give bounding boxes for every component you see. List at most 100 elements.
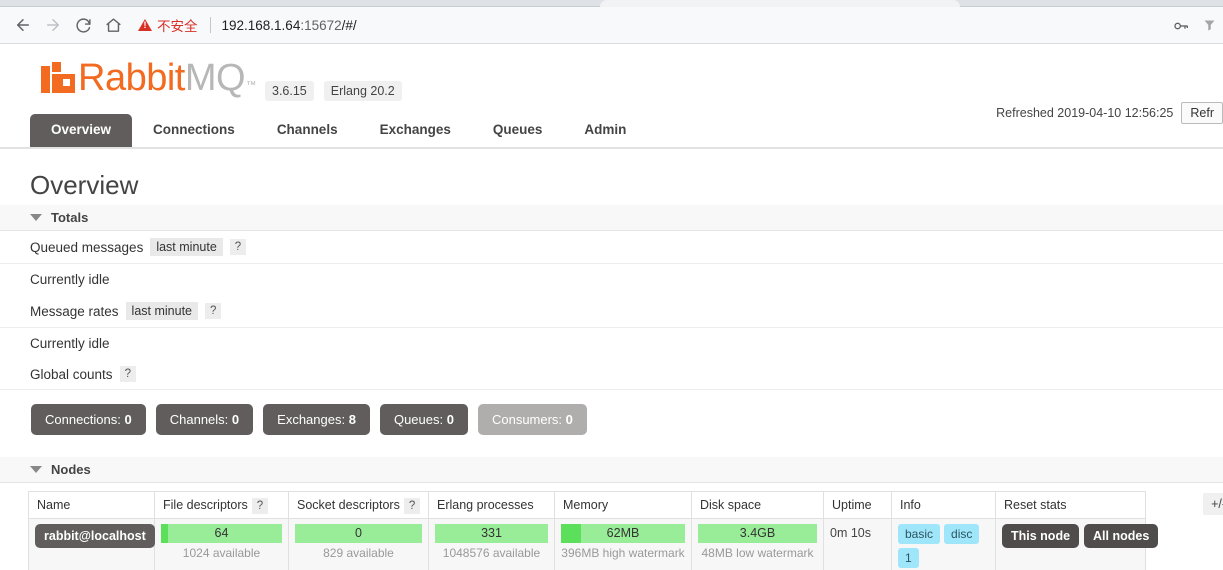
socket-descriptors-value: 0 — [355, 526, 362, 540]
message-rates-idle: Currently idle — [30, 336, 110, 351]
count-value-exchanges: 8 — [348, 412, 356, 427]
erlang-processes-available: 1048576 available — [442, 546, 541, 560]
count-badge-queues[interactable]: Queues: 0 — [379, 404, 468, 435]
tab-overview[interactable]: Overview — [30, 114, 133, 147]
reset-all-nodes-button[interactable]: All nodes — [1084, 524, 1159, 548]
url-path: /#/ — [341, 17, 357, 33]
url-host: 192.168.1.64 — [221, 17, 301, 33]
tab-connections[interactable]: Connections — [132, 114, 256, 147]
browser-tab-strip — [0, 0, 1223, 7]
table-row: rabbit@localhost 64 1024 available 0 829… — [28, 518, 1159, 570]
warning-triangle-icon — [138, 19, 152, 31]
column-header-disk-space[interactable]: Disk space — [691, 491, 824, 519]
browser-toolbar: 不安全 192.168.1.64:15672/#/ — [0, 7, 1223, 44]
logo-trademark: ™ — [246, 80, 257, 91]
column-header-name[interactable]: Name — [28, 491, 155, 519]
version-info: 3.6.15 Erlang 20.2 — [265, 81, 402, 108]
info-badge-count[interactable]: 1 — [898, 548, 919, 568]
memory-watermark: 396MB high watermark — [561, 546, 685, 560]
count-badge-connections[interactable]: Connections: 0 — [31, 404, 146, 435]
reset-stats-buttons: This node All nodes — [1002, 524, 1159, 548]
security-status-chip[interactable]: 不安全 — [134, 13, 208, 37]
queued-messages-period-select[interactable]: last minute — [150, 238, 223, 256]
column-header-erlang-processes[interactable]: Erlang processes — [428, 491, 555, 519]
tab-admin[interactable]: Admin — [563, 114, 647, 147]
tab-queues[interactable]: Queues — [472, 114, 564, 147]
count-badge-consumers[interactable]: Consumers: 0 — [477, 404, 587, 435]
disk-space-value: 3.4GB — [739, 526, 776, 540]
erlang-version-badge: Erlang 20.2 — [323, 81, 402, 101]
count-value-channels: 0 — [231, 412, 240, 427]
message-rates-row: Message rates last minute ? — [0, 295, 1223, 328]
rabbitmq-logo[interactable]: Rabbit MQ ™ — [41, 58, 256, 98]
nodes-section-header[interactable]: Nodes — [0, 457, 1223, 483]
global-counts-label: Global counts — [30, 366, 113, 382]
logo-text-rabbit: Rabbit — [78, 57, 185, 99]
rabbitmq-version-badge: 3.6.15 — [265, 81, 314, 101]
column-header-info[interactable]: Info — [891, 491, 996, 519]
file-descriptors-meter: 64 — [161, 524, 282, 543]
cell-memory: 62MB 396MB high watermark — [554, 518, 692, 570]
browser-toolbar-right — [1167, 7, 1223, 44]
forward-arrow-icon[interactable] — [38, 10, 68, 40]
socket-descriptors-available: 829 available — [323, 546, 394, 560]
main-content: Overview Totals Queued messages last min… — [0, 169, 1223, 570]
count-label-exchanges: Exchanges: — [277, 412, 346, 427]
totals-section-header[interactable]: Totals — [0, 205, 1223, 231]
info-badge-basic[interactable]: basic — [898, 524, 941, 544]
count-label-channels: Channels: — [169, 412, 229, 427]
rabbitmq-logo-icon — [41, 62, 75, 93]
node-name-link[interactable]: rabbit@localhost — [35, 524, 155, 548]
column-header-uptime[interactable]: Uptime — [823, 491, 892, 519]
cell-erlang-processes: 331 1048576 available — [428, 518, 555, 570]
message-rates-period-select[interactable]: last minute — [125, 302, 198, 320]
socket-descriptors-meter: 0 — [295, 524, 422, 543]
back-arrow-icon[interactable] — [8, 10, 38, 40]
count-label-consumers: Consumers: — [491, 412, 563, 427]
nodes-section-title: Nodes — [51, 462, 91, 477]
cell-info: basic disc 1 — [891, 518, 996, 570]
tab-channels[interactable]: Channels — [256, 114, 359, 147]
count-label-queues: Queues: — [393, 412, 444, 427]
url-port: :15672 — [300, 17, 342, 33]
file-descriptors-help-icon[interactable]: ? — [251, 498, 269, 514]
socket-descriptors-help-icon[interactable]: ? — [403, 498, 421, 514]
info-badge-disc[interactable]: disc — [944, 524, 980, 544]
column-toggle-button[interactable]: +/- — [1203, 493, 1223, 515]
message-rates-label: Message rates — [30, 303, 119, 319]
global-counts-help-icon[interactable]: ? — [119, 366, 136, 382]
key-icon[interactable] — [1167, 12, 1195, 40]
cell-node-name: rabbit@localhost — [28, 518, 155, 570]
omnibox-divider — [209, 17, 211, 33]
cell-file-descriptors: 64 1024 available — [154, 518, 289, 570]
count-value-queues: 0 — [446, 412, 454, 427]
uptime-value: 0m 10s — [830, 526, 871, 540]
cell-disk-space: 3.4GB 48MB low watermark — [691, 518, 824, 570]
column-header-socket-descriptors[interactable]: Socket descriptors? — [288, 491, 429, 519]
extension-icon[interactable] — [1195, 12, 1223, 40]
home-icon[interactable] — [98, 10, 128, 40]
nodes-table-header-row: Name File descriptors? Socket descriptor… — [28, 491, 1146, 519]
queued-messages-help-icon[interactable]: ? — [229, 239, 247, 255]
count-badge-channels[interactable]: Channels: 0 — [155, 404, 254, 435]
tab-exchanges[interactable]: Exchanges — [359, 114, 472, 147]
count-badge-exchanges[interactable]: Exchanges: 8 — [263, 404, 370, 435]
erlang-processes-value: 331 — [481, 526, 502, 540]
reset-this-node-button[interactable]: This node — [1002, 524, 1080, 548]
chevron-down-icon[interactable] — [30, 466, 42, 473]
queued-messages-row: Queued messages last minute ? — [0, 231, 1223, 264]
column-header-memory[interactable]: Memory — [554, 491, 692, 519]
erlang-processes-meter: 331 — [435, 524, 548, 543]
browser-tab[interactable] — [600, 0, 960, 7]
queued-messages-idle: Currently idle — [30, 272, 110, 287]
column-header-file-descriptors[interactable]: File descriptors? — [154, 491, 289, 519]
chevron-down-icon[interactable] — [30, 214, 42, 221]
reload-icon[interactable] — [68, 10, 98, 40]
nodes-section: Nodes +/- Name File descriptors? Socket … — [0, 457, 1223, 570]
queued-messages-label: Queued messages — [30, 239, 144, 255]
address-bar[interactable]: 不安全 192.168.1.64:15672/#/ — [134, 11, 1215, 39]
column-header-reset-stats[interactable]: Reset stats — [995, 491, 1146, 519]
file-descriptors-available: 1024 available — [182, 546, 261, 560]
message-rates-help-icon[interactable]: ? — [205, 303, 222, 319]
cell-uptime: 0m 10s — [823, 518, 892, 570]
